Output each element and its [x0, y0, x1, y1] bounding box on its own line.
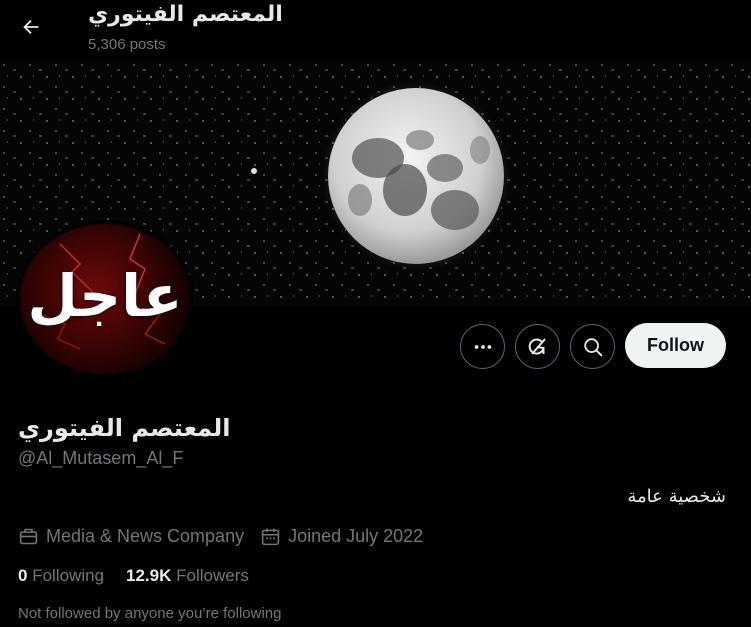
avatar-image: عاجل — [20, 224, 190, 374]
header-title: المعتصم الفيتوري — [88, 2, 283, 27]
more-button[interactable] — [460, 324, 505, 369]
posts-count: 5,306 posts — [88, 36, 166, 53]
more-dots-icon — [474, 344, 491, 349]
joined-text: Joined July 2022 — [288, 526, 424, 546]
category-text: Media & News Company — [46, 526, 245, 546]
followers-count: 12.9K — [126, 566, 172, 585]
grok-icon — [528, 337, 546, 355]
profile-meta: Media & News Company Joined July 2022 — [18, 526, 439, 547]
following-count: 0 — [18, 566, 28, 585]
profile-handle: @Al_Mutasem_Al_F — [18, 448, 184, 468]
followed-by-note: Not followed by anyone you’re following — [18, 605, 282, 622]
back-button[interactable] — [12, 8, 50, 46]
avatar[interactable]: عاجل — [16, 220, 194, 378]
category-item: Media & News Company — [18, 526, 244, 547]
stats-row: 0 Following 12.9K Followers — [18, 566, 271, 586]
followers-label: Followers — [176, 566, 249, 585]
display-name: المعتصم الفيتوري — [18, 414, 231, 442]
grok-button[interactable] — [515, 324, 560, 369]
follow-button[interactable]: Follow — [625, 323, 726, 368]
top-bar: المعتصم الفيتوري 5,306 posts — [0, 0, 751, 60]
search-button[interactable] — [570, 324, 615, 369]
profile-bio: شخصية عامة — [627, 486, 726, 507]
calendar-icon — [261, 528, 280, 546]
joined-item: Joined July 2022 — [260, 526, 423, 547]
briefcase-icon — [19, 528, 38, 545]
following-link[interactable]: 0 Following — [18, 566, 104, 586]
avatar-text: عاجل — [27, 262, 184, 330]
followers-link[interactable]: 12.9K Followers — [126, 566, 249, 586]
following-label: Following — [32, 566, 105, 585]
search-icon — [583, 337, 602, 356]
arrow-left-icon — [23, 19, 39, 35]
